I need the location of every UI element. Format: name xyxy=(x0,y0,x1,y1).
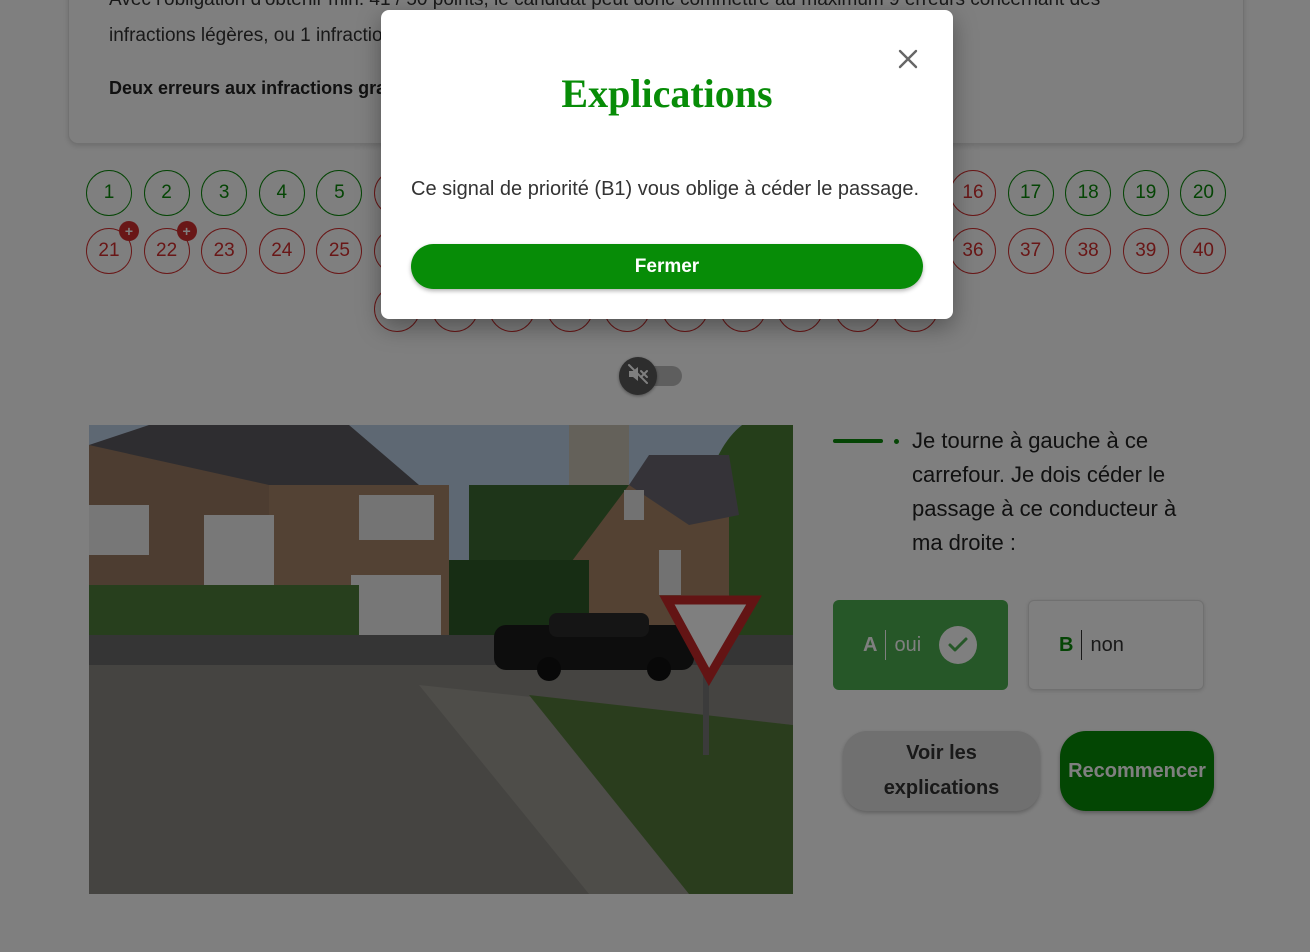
close-modal-button[interactable]: Fermer xyxy=(411,244,923,289)
modal-body-text: Ce signal de priorité (B1) vous oblige à… xyxy=(411,178,920,200)
explanations-modal: Explications Ce signal de priorité (B1) … xyxy=(381,10,953,319)
modal-title: Explications xyxy=(561,71,773,116)
